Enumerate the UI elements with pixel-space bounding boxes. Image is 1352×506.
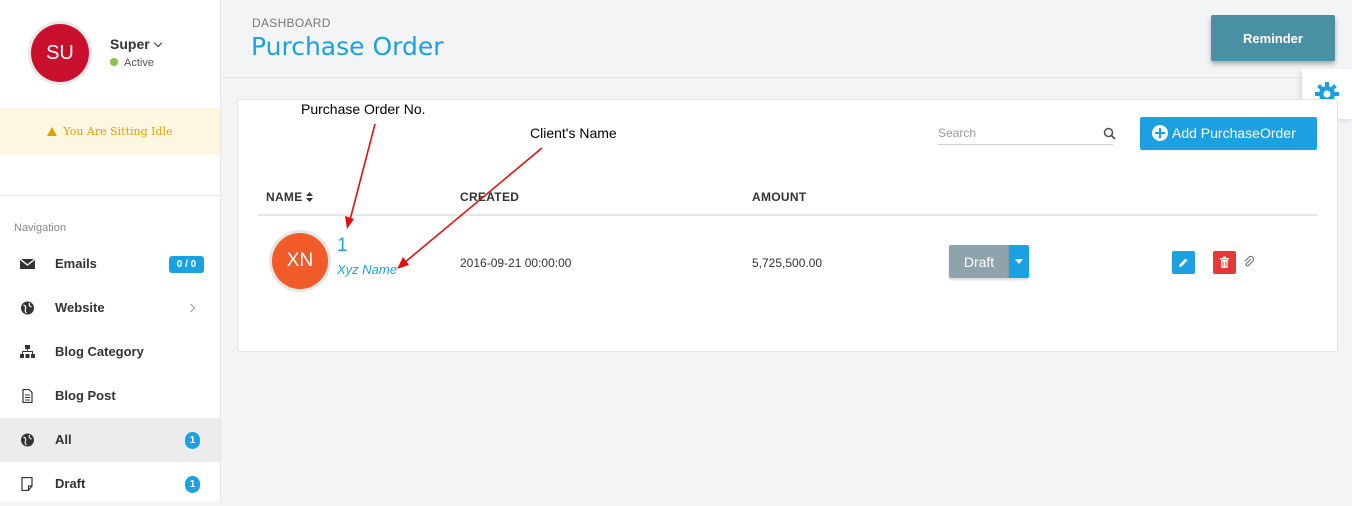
sitemap-icon [20,345,35,358]
sidebar-item-label: Blog Post [55,388,116,403]
emails-count-badge: 0 / 0 [169,256,204,273]
sidebar-item-label: Blog Category [55,344,144,359]
status-button[interactable]: Draft [949,245,1009,278]
search-icon[interactable] [1103,127,1116,140]
idle-notice-text: You Are Sitting Idle [63,125,173,138]
plus-circle-icon [1152,125,1168,141]
sidebar-item-all[interactable]: All 1 [0,418,220,462]
breadcrumb[interactable]: DASHBOARD [252,16,331,30]
created-date: 2016-09-21 00:00:00 [460,256,572,270]
sidebar-item-label: Website [55,300,105,315]
annotation-po-number: Purchase Order No. [301,101,426,117]
sidebar-item-label: All [55,432,72,447]
column-header-created: CREATED [460,190,520,204]
add-purchase-order-button[interactable]: Add PurchaseOrder [1140,117,1317,150]
client-name[interactable]: Xyz Name [337,262,397,277]
sidebar-item-label: Draft [55,476,86,491]
reminder-button[interactable]: Reminder [1211,15,1335,61]
globe-icon [21,301,34,315]
globe-icon [21,433,34,447]
document-icon [22,389,33,403]
status-dot-icon [110,58,118,66]
sidebar-item-website[interactable]: Website [0,286,220,330]
note-icon [21,477,33,491]
pencil-icon [1179,258,1188,267]
warning-icon [47,127,58,136]
idle-notice: You Are Sitting Idle [0,108,220,155]
nav-title: Navigation [14,222,66,234]
page-header: DASHBOARD Purchase Order Reminder [221,0,1352,78]
column-header-amount: AMOUNT [752,190,807,204]
table-header-divider [258,214,1317,216]
purchase-order-number[interactable]: 1 [337,235,348,257]
user-profile: SU Super Active [0,0,220,108]
trash-icon [1220,256,1229,268]
status-dropdown-toggle[interactable] [1009,245,1029,278]
sidebar-item-blog-post[interactable]: Blog Post [0,374,220,418]
draft-count-badge: 1 [185,476,200,493]
user-avatar[interactable]: SU [31,24,89,82]
sidebar-item-emails[interactable]: Emails 0 / 0 [0,242,220,286]
user-status: Active [110,57,154,69]
chevron-down-icon[interactable] [153,38,162,48]
sort-icon[interactable] [305,192,313,202]
sidebar-item-label: Emails [55,256,97,271]
annotation-client-name: Client's Name [530,125,617,141]
user-menu[interactable]: Super [110,36,162,52]
sidebar-divider [0,195,220,196]
edit-button[interactable] [1172,251,1195,274]
sidebar-item-blog-category[interactable]: Blog Category [0,330,220,374]
sidebar: SU Super Active You Are Sitting Idle Nav… [0,0,221,501]
all-count-badge: 1 [185,432,200,449]
column-header-label: NAME [266,190,303,204]
envelope-icon [20,258,35,269]
user-status-label: Active [124,57,154,69]
paperclip-icon[interactable] [1243,255,1254,268]
client-avatar: XN [272,233,328,289]
add-purchase-order-label: Add PurchaseOrder [1172,125,1296,141]
page-title: Purchase Order [251,32,444,61]
amount-value: 5,725,500.00 [752,256,823,270]
search-box [938,124,1116,145]
delete-button[interactable] [1213,251,1236,274]
search-input[interactable] [938,124,1093,142]
sidebar-item-draft[interactable]: Draft 1 [0,462,220,506]
user-name[interactable]: Super [110,36,150,52]
purchase-order-panel: Add PurchaseOrder NAME CREATED AMOUNT XN… [237,99,1338,352]
chevron-right-icon [186,303,196,313]
column-header-name[interactable]: NAME [266,190,313,204]
